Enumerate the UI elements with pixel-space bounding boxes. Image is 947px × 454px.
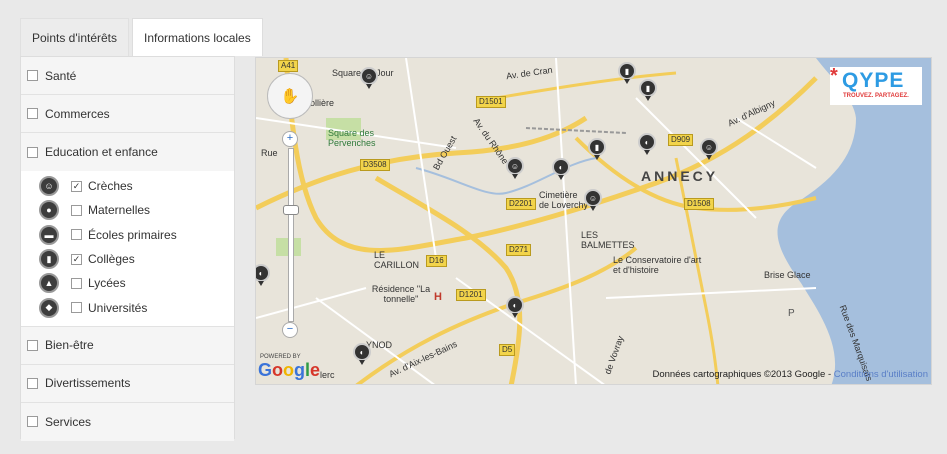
checkbox-sante[interactable] xyxy=(27,70,38,81)
attribution-text: Données cartographiques ©2013 Google - xyxy=(652,369,834,380)
map-marker-stroller-icon[interactable]: ◐ xyxy=(506,296,524,318)
map-marker-baby-icon[interactable]: ☺ xyxy=(584,189,602,211)
map-label: Le Conservatoire d'art et d'histoire xyxy=(613,255,702,275)
category-label: Services xyxy=(45,414,92,429)
map-marker-stroller-icon[interactable]: ◐ xyxy=(353,343,371,365)
mortarboard-icon: ◆ xyxy=(39,297,59,318)
subitem-label: Universités xyxy=(88,300,148,315)
tab-points-interets[interactable]: Points d'intérêts xyxy=(20,18,130,56)
map-marker-backpack-icon[interactable]: ▮ xyxy=(618,62,636,84)
road-shield: D1508 xyxy=(684,198,714,210)
map-attribution: Données cartographiques ©2013 Google - C… xyxy=(256,369,931,384)
zoom-out-button[interactable]: − xyxy=(282,322,298,338)
road-shield: D3508 xyxy=(360,159,390,171)
subitem-lycees[interactable]: ▲ Lycées xyxy=(21,271,234,295)
subitem-colleges[interactable]: ▮ ✓ Collèges xyxy=(21,247,234,271)
qype-logo[interactable]: * QYPE TROUVEZ. PARTAGEZ. xyxy=(830,65,922,105)
bear-icon: ● xyxy=(39,200,59,221)
qype-star-icon: * xyxy=(830,65,838,87)
zoom-slider-handle[interactable] xyxy=(283,205,299,215)
subitem-creches[interactable]: ☺ ✓ Crèches xyxy=(21,174,234,198)
subitem-label: Maternelles xyxy=(88,203,151,218)
subitem-ecoles-primaires[interactable]: ▬ Écoles primaires xyxy=(21,223,234,247)
pan-control-icon[interactable]: ✋ xyxy=(267,73,313,119)
category-divertissements[interactable]: Divertissements xyxy=(21,364,234,403)
road-shield: D1501 xyxy=(476,96,506,108)
map-label: LE CARILLON xyxy=(374,250,420,270)
map-label: Square des Pervenches xyxy=(328,128,376,148)
checkbox-lycees[interactable] xyxy=(71,277,82,289)
category-label: Divertissements xyxy=(45,376,131,391)
map-label: Cimetière de Loverchy xyxy=(539,190,589,210)
category-label: Bien-être xyxy=(45,338,94,353)
map-marker-backpack-icon[interactable]: ▮ xyxy=(639,79,657,101)
qype-wordmark: QYPE xyxy=(842,69,905,92)
checkbox-education[interactable] xyxy=(27,146,38,158)
terms-link[interactable]: Conditions d'utilisation xyxy=(834,369,928,380)
road-shield: D271 xyxy=(506,244,532,256)
checkbox-divertissements[interactable] xyxy=(27,377,38,389)
checkbox-commerces[interactable] xyxy=(27,108,38,119)
graduation-cap-icon: ▲ xyxy=(39,273,59,294)
road-shield: D909 xyxy=(668,134,694,146)
subitem-label: Lycées xyxy=(88,276,126,291)
schoolbag-icon: ▬ xyxy=(39,224,59,245)
education-subitems: ☺ ✓ Crèches ● Maternelles ▬ Écoles prima… xyxy=(21,171,234,327)
map-marker-baby-icon[interactable]: ☺ xyxy=(700,138,718,160)
map-label: Résidence "La tonnelle" xyxy=(371,284,431,304)
road-shield: A41 xyxy=(278,60,299,72)
category-sante[interactable]: Santé xyxy=(21,57,234,95)
road-shield: D1201 xyxy=(456,289,486,301)
road-shield: D5 xyxy=(499,344,516,356)
category-services[interactable]: Services xyxy=(21,402,234,441)
category-label: Education et enfance xyxy=(45,145,158,159)
map-marker-stroller-icon[interactable]: ◐ xyxy=(552,158,570,180)
map-label: Brise Glace xyxy=(764,270,811,280)
checkbox-maternelles[interactable] xyxy=(71,204,82,216)
subitem-label: Écoles primaires xyxy=(88,227,177,242)
tab-informations-locales[interactable]: Informations locales xyxy=(132,18,263,56)
category-label: Commerces xyxy=(45,106,110,121)
zoom-in-button[interactable]: + xyxy=(282,131,298,147)
qype-tagline: TROUVEZ. PARTAGEZ. xyxy=(843,93,909,99)
checkbox-ecoles-primaires[interactable] xyxy=(71,229,82,241)
category-panel: Santé Commerces Education et enfance ☺ ✓… xyxy=(20,56,235,441)
map-marker-baby-icon[interactable]: ☺ xyxy=(360,67,378,89)
checkbox-services[interactable] xyxy=(27,416,38,428)
road-shield: D2201 xyxy=(506,198,536,210)
map-label: LES BALMETTES xyxy=(581,230,635,250)
map-city-label: ANNECY xyxy=(641,168,719,184)
subitem-label: Collèges xyxy=(88,252,135,267)
category-bien-etre[interactable]: Bien-être xyxy=(21,326,234,365)
map-marker-stroller-icon[interactable]: ◐ xyxy=(638,133,656,155)
hospital-icon: H xyxy=(434,291,442,303)
checkbox-bien-etre[interactable] xyxy=(27,339,38,351)
category-commerces[interactable]: Commerces xyxy=(21,95,234,133)
road-shield: D16 xyxy=(426,255,447,267)
map-marker-backpack-icon[interactable]: ▮ xyxy=(588,138,606,160)
map-marker-baby-icon[interactable]: ☺ xyxy=(506,157,524,179)
checkbox-creches[interactable]: ✓ xyxy=(71,180,82,192)
zoom-slider-track[interactable] xyxy=(288,148,294,322)
category-label: Santé xyxy=(45,68,77,83)
map-view[interactable]: Square du Jour Square des Pervenches Per… xyxy=(255,57,932,385)
backpack-icon: ▮ xyxy=(39,249,59,270)
subitem-maternelles[interactable]: ● Maternelles xyxy=(21,198,234,222)
tab-bar: Points d'intérêts Informations locales xyxy=(20,18,266,56)
category-education[interactable]: Education et enfance xyxy=(21,133,234,171)
parking-icon: P xyxy=(788,308,795,319)
subitem-label: Crèches xyxy=(88,179,133,194)
checkbox-colleges[interactable]: ✓ xyxy=(71,253,82,265)
checkbox-universites[interactable] xyxy=(71,302,82,314)
baby-icon: ☺ xyxy=(39,176,59,197)
map-label: Rue xyxy=(261,148,278,158)
map-background xyxy=(256,58,931,384)
subitem-universites[interactable]: ◆ Universités xyxy=(21,295,234,319)
